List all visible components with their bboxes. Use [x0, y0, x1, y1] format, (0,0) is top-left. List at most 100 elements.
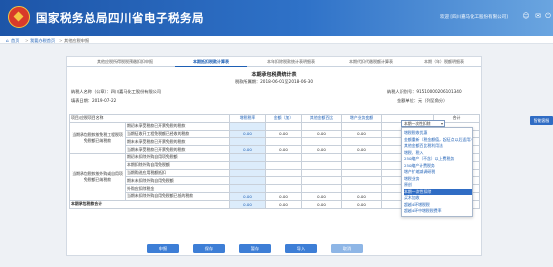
- action-bar: 申报 保存 暂存 导入 取消: [67, 244, 481, 254]
- cell-value[interactable]: [341, 121, 382, 131]
- row-label: 期末未扣除外购自用免税额: [125, 176, 230, 186]
- row-label: 当期未享受税款已开票免税的税款: [125, 145, 230, 154]
- tab-withholding-declaration[interactable]: 其他应税所得税税预缴扣扣申报: [81, 57, 169, 67]
- row-label: 期末未享受税款已开票免税的税款: [125, 137, 230, 147]
- cell-value[interactable]: [229, 121, 266, 131]
- cell-value[interactable]: [229, 184, 266, 193]
- dropdown-option[interactable]: 其他金额百比税利用法: [404, 143, 472, 149]
- column-header: 金额（加）: [265, 114, 302, 123]
- tab-deduction-calc[interactable]: 本期抵扣税款计算表: [175, 57, 247, 67]
- row-label: 期初未扣除外购自用项免税额: [125, 152, 230, 162]
- row-label: 外购应扣除税金: [125, 184, 230, 193]
- dropdown-option[interactable]: 超越4环中增税税费率: [404, 208, 472, 214]
- fill-date: 填表日期：2019-07-22: [71, 98, 117, 103]
- cell-value[interactable]: [265, 121, 302, 131]
- declare-button[interactable]: 申报: [147, 244, 179, 253]
- user-icon[interactable]: ☺: [522, 12, 530, 20]
- cell-value: 0.00: [265, 199, 302, 209]
- cell-value: 0.00: [341, 145, 382, 154]
- row-label: 当期未扣除外购自用免税额已抵的税款: [125, 191, 230, 201]
- dropdown-option[interactable]: 原创: [404, 182, 472, 188]
- cell-value[interactable]: [229, 137, 266, 147]
- category-cell: 当期承包税款按外购或自用项免税额已纳税款: [69, 152, 126, 201]
- breadcrumb-tax-home[interactable]: 我要办税首页: [30, 38, 55, 44]
- cell-value: 0.00: [229, 129, 266, 139]
- cell-value: 0.00: [229, 191, 266, 201]
- cell-value[interactable]: [341, 160, 382, 170]
- cancel-button[interactable]: 取消: [331, 244, 363, 253]
- cell-value[interactable]: [301, 152, 342, 162]
- cell-value[interactable]: [265, 137, 302, 147]
- tab-tax-detail[interactable]: 本期（年）税额明细表: [411, 57, 477, 67]
- cell-value: 0.00: [301, 129, 342, 139]
- welcome-text: 欢迎 [四川嘉马化工股份有限公司]: [440, 15, 508, 20]
- cell-value[interactable]: [341, 137, 382, 147]
- save-button[interactable]: 保存: [193, 244, 225, 253]
- cell-value[interactable]: [341, 168, 382, 178]
- breadcrumb-home[interactable]: 首页: [11, 38, 19, 44]
- cell-value[interactable]: [341, 152, 382, 162]
- taxpayer-name: 纳税人名称（公章）：四川嘉马化工股份有限公司: [71, 89, 162, 94]
- cell-value[interactable]: [301, 168, 342, 178]
- cell-value: 0.00: [301, 191, 342, 201]
- cell-value: 0.00: [301, 145, 342, 154]
- cell-value[interactable]: [265, 168, 302, 178]
- dropdown-option[interactable]: 买木加收: [404, 195, 472, 201]
- dropdown-option[interactable]: 250缩产计费税务: [404, 163, 472, 169]
- column-header: 其他金额百比: [301, 114, 342, 123]
- cell-value[interactable]: [265, 152, 302, 162]
- column-header: 项目/应税项目名称: [69, 114, 230, 123]
- amount-unit: 金额单位：元（列至角分）: [397, 98, 448, 103]
- dropdown-option[interactable]: 增税税收优惠: [404, 130, 472, 136]
- online-service-button[interactable]: 智能客服: [530, 116, 553, 125]
- taxpayer-id: 纳税人识别号：91510000206101340: [387, 89, 462, 94]
- breadcrumb: ⌂ 首页 > 我要办税首页 > 其他应税申报: [0, 36, 553, 44]
- column-header: 增产业务变额: [341, 114, 382, 123]
- tab-withholding-calc[interactable]: 本期代扣代缴税额计算表: [335, 57, 407, 67]
- tax-emblem-icon: [8, 6, 30, 28]
- message-icon[interactable]: ✉: [534, 12, 542, 20]
- row-label: 当期征收开工程免税额已经收的税款: [125, 129, 230, 139]
- breadcrumb-separator: >: [25, 37, 29, 43]
- cell-value[interactable]: [265, 176, 302, 186]
- cell-value[interactable]: [301, 176, 342, 186]
- tab-annual-deduction-detail[interactable]: 本年扣除税款统计表明细表: [251, 57, 331, 67]
- cell-value[interactable]: [301, 137, 342, 147]
- dropdown-option[interactable]: 增产扩缩减调研税: [404, 169, 472, 175]
- cell-value[interactable]: [301, 160, 342, 170]
- cell-value[interactable]: [265, 184, 302, 193]
- tab-bar: 其他应税所得税税预缴扣扣申报 本期抵扣税款计算表 本年扣除税款统计表明细表 本期…: [67, 57, 481, 67]
- cell-value: 0.00: [301, 199, 342, 209]
- cell-value[interactable]: [341, 184, 382, 193]
- cell-value[interactable]: [301, 184, 342, 193]
- dropdown-option[interactable]: 增税业务: [404, 176, 472, 182]
- breadcrumb-separator: >: [59, 37, 63, 43]
- home-icon[interactable]: ⌂: [6, 38, 9, 43]
- category-cell: 当期承包税款按免税工程税项免税额已纳税款: [69, 121, 126, 154]
- cell-value[interactable]: [229, 168, 266, 178]
- deduction-type-dropdown: 增税税收优惠 金额重新（税金额值，起征点以后适用） 其他金额百比税利用法 增税、…: [401, 127, 473, 217]
- row-label: 本期承包税款合计: [69, 199, 230, 209]
- temp-save-button[interactable]: 暂存: [239, 244, 271, 253]
- cell-value[interactable]: [229, 152, 266, 162]
- dropdown-option[interactable]: 金额重新（税金额值，起征点以后适用）: [404, 137, 472, 143]
- import-button[interactable]: 导入: [285, 244, 317, 253]
- cell-value[interactable]: [229, 176, 266, 186]
- site-title: 国家税务总局四川省电子税务局: [36, 11, 204, 25]
- cell-value[interactable]: [301, 121, 342, 131]
- cell-value[interactable]: [229, 160, 266, 170]
- cell-value: 0.00: [341, 129, 382, 139]
- deduction-type-select[interactable]: 本期一次性扣除: [401, 120, 445, 127]
- cell-value[interactable]: [265, 160, 302, 170]
- row-label: 本期扣除外购自用免税额: [125, 160, 230, 170]
- logout-icon[interactable]: ⏻: [544, 12, 552, 20]
- cell-value: 0.00: [229, 145, 266, 154]
- dropdown-option[interactable]: 增税、税入: [404, 150, 472, 156]
- cell-value: 0.00: [265, 145, 302, 154]
- dropdown-option[interactable]: 250缩产（不含）以上费税务: [404, 156, 472, 162]
- dropdown-option-selected[interactable]: 本期一次性扣除: [404, 188, 472, 195]
- cell-value[interactable]: [341, 176, 382, 186]
- dropdown-option[interactable]: 超越4环增税税: [404, 202, 472, 208]
- site-header: 国家税务总局四川省电子税务局 欢迎 [四川嘉马化工股份有限公司] ☺ ✉ ⏻: [0, 0, 553, 36]
- tax-period: 税款所属期：2018-06-01至2018-06-30: [235, 79, 313, 84]
